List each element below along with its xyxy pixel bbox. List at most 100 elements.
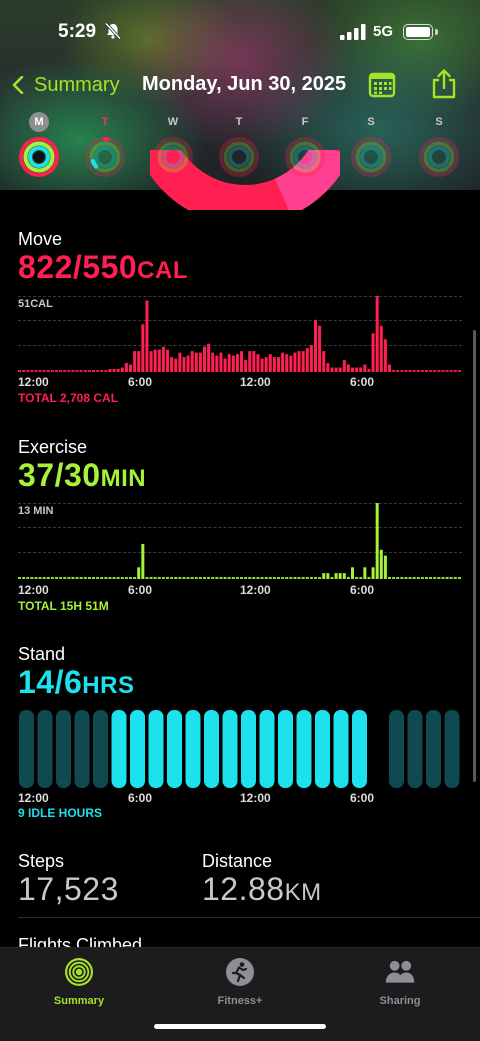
day-5[interactable]: S <box>348 112 394 178</box>
chart-bar <box>367 369 371 372</box>
chart-bar <box>383 339 387 372</box>
day-2[interactable]: W <box>150 112 196 178</box>
chart-bar <box>264 357 268 372</box>
chart-bar <box>256 354 260 372</box>
stand-value: 14/6HRS <box>18 664 134 701</box>
chart-bar <box>359 367 363 372</box>
people-icon <box>385 960 415 983</box>
chart-baseline-dot <box>396 577 400 579</box>
day-label: S <box>435 116 443 128</box>
chart-baseline-dot <box>355 577 359 579</box>
chart-bar <box>326 573 330 579</box>
tab-summary[interactable]: Summary <box>24 956 134 1007</box>
chart-baseline-dot <box>71 577 75 579</box>
day-3[interactable]: T <box>216 112 262 178</box>
chart-bar <box>108 369 112 372</box>
move-value-number: 822/550 <box>18 249 138 285</box>
chart-baseline-dot <box>87 577 91 579</box>
chart-bar <box>182 357 186 372</box>
x-tick-label: 12:00 <box>18 375 49 389</box>
chart-baseline-dot <box>231 577 235 579</box>
day-6[interactable]: S <box>416 112 462 178</box>
tab-fitness-plus[interactable]: Fitness+ <box>185 956 295 1007</box>
tab-sharing[interactable]: Sharing <box>345 956 455 1007</box>
chart-bar <box>174 358 178 372</box>
week-strip: MTWTFSS <box>0 112 480 188</box>
chart-baseline-dot <box>429 370 433 372</box>
day-label: T <box>235 116 243 128</box>
day-0[interactable]: M <box>16 112 62 178</box>
silent-bell-icon <box>104 22 122 40</box>
chart-baseline-dot <box>429 577 433 579</box>
chart-bar <box>170 357 174 372</box>
home-indicator[interactable] <box>154 1024 326 1029</box>
chart-baseline-dot <box>79 370 83 372</box>
chart-baseline-dot <box>190 577 194 579</box>
chart-baseline-dot <box>297 577 301 579</box>
chart-baseline-dot <box>166 577 170 579</box>
stand-hour-bar-idle <box>93 710 108 788</box>
move-title: Move <box>18 229 63 249</box>
day-label: W <box>167 116 179 128</box>
chart-baseline-dot <box>42 370 46 372</box>
chart-bar <box>371 333 375 372</box>
chart-bar <box>388 364 392 372</box>
exercise-title: Exercise <box>18 437 88 457</box>
share-icon[interactable] <box>430 68 458 100</box>
chart-baseline-dot <box>305 577 309 579</box>
activity-ring-icon <box>219 137 259 177</box>
chart-bar <box>207 343 211 372</box>
stand-hour-bar-idle <box>56 710 71 788</box>
exercise-unit: MIN <box>100 465 147 492</box>
chart-baseline-dot <box>174 577 178 579</box>
running-figure-icon <box>226 958 254 986</box>
chart-bar <box>129 364 133 372</box>
activity-ring-icon <box>285 137 325 177</box>
chart-baseline-dot <box>449 577 453 579</box>
chart-bar <box>375 503 379 579</box>
chart-bar <box>334 367 338 372</box>
day-1[interactable]: T <box>82 112 128 178</box>
day-4[interactable]: F <box>282 112 328 178</box>
chart-baseline-dot <box>392 577 396 579</box>
stand-title: Stand <box>18 644 66 664</box>
chart-bar <box>334 573 338 579</box>
x-tick-label: 12:00 <box>240 375 271 389</box>
chart-baseline-dot <box>256 577 260 579</box>
distance-unit: KM <box>284 879 322 906</box>
chart-baseline-dot <box>437 577 441 579</box>
chart-bar <box>166 349 170 372</box>
chart-baseline-dot <box>50 370 54 372</box>
chart-bar <box>260 358 264 372</box>
back-button[interactable]: Summary <box>12 70 120 100</box>
chart-baseline-dot <box>301 577 305 579</box>
chart-baseline-dot <box>314 577 318 579</box>
chart-baseline-dot <box>34 370 38 372</box>
x-tick-label: 6:00 <box>350 791 375 805</box>
calendar-icon[interactable] <box>367 70 397 100</box>
chart-baseline-dot <box>388 577 392 579</box>
chart-bar <box>137 351 141 372</box>
status-time: 5:29 <box>58 21 97 42</box>
network-type: 5G <box>373 23 394 40</box>
stand-hour-bar-idle <box>37 710 53 788</box>
chart-baseline-dot <box>30 577 34 579</box>
chart-bar <box>297 351 301 372</box>
move-total: TOTAL 2,708 CAL <box>18 391 119 405</box>
chart-baseline-dot <box>264 577 268 579</box>
chart-baseline-dot <box>289 577 293 579</box>
stand-hour-bar-active <box>241 710 256 788</box>
back-label: Summary <box>34 73 120 96</box>
page-title: Monday, Jun 30, 2025 <box>142 73 347 95</box>
stand-hour-bar-idle <box>444 710 460 788</box>
exercise-total: TOTAL 15H 51M <box>18 599 109 613</box>
chart-baseline-dot <box>425 577 429 579</box>
activity-ring-icon <box>19 137 59 177</box>
chart-bar <box>161 346 165 372</box>
chart-bar <box>178 352 182 372</box>
scrollbar[interactable] <box>473 330 476 782</box>
chart-baseline-dot <box>318 577 322 579</box>
chart-baseline-dot <box>92 577 96 579</box>
chart-baseline-dot <box>367 577 371 579</box>
x-tick-label: 12:00 <box>240 791 271 805</box>
